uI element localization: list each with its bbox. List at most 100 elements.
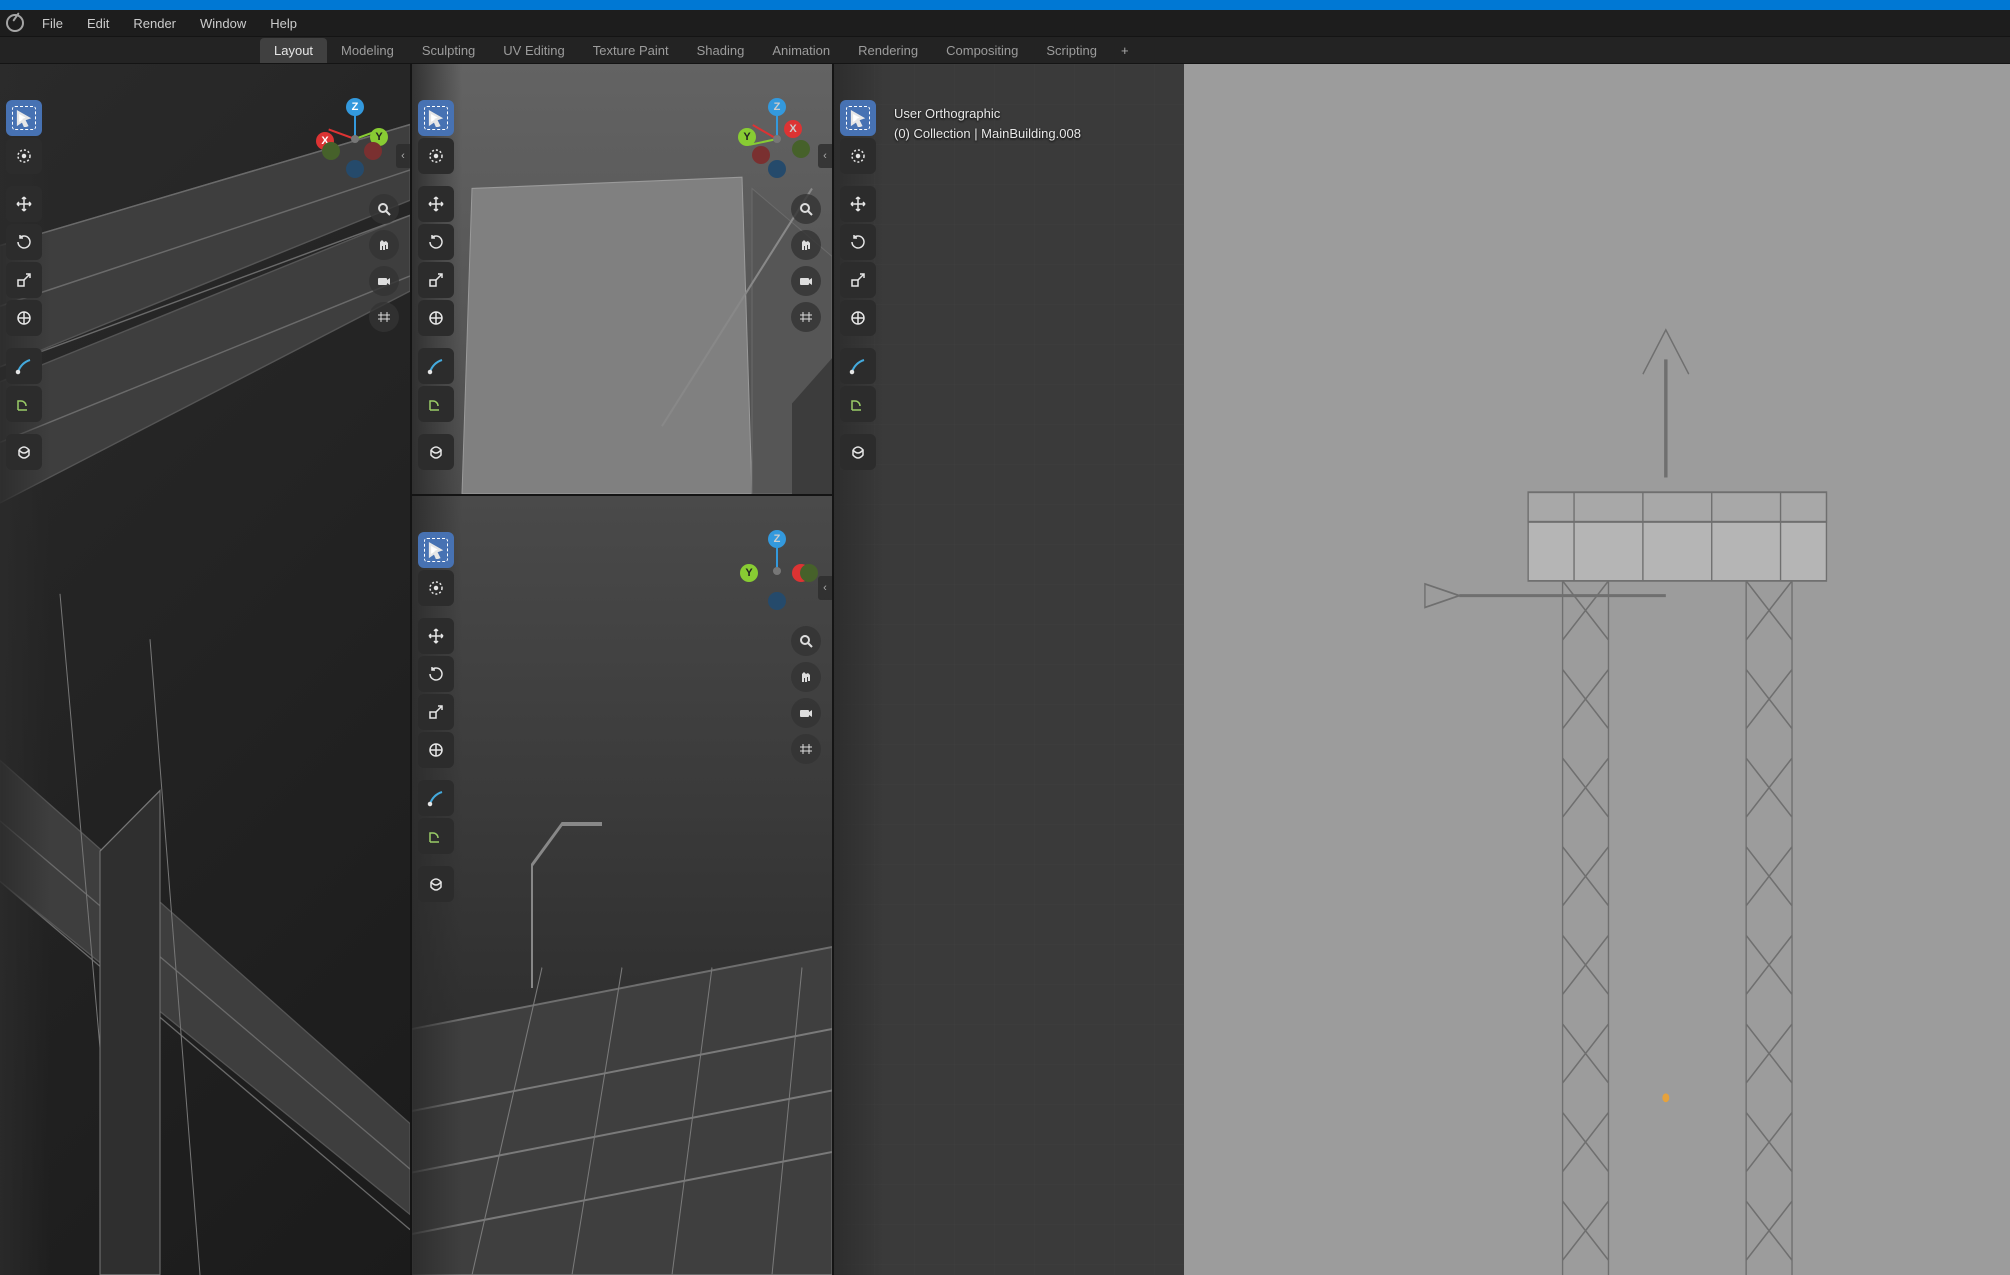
tool-cursor[interactable] xyxy=(6,138,42,174)
menu-window[interactable]: Window xyxy=(190,12,256,35)
tool-annotate[interactable] xyxy=(6,348,42,384)
tool-transform[interactable] xyxy=(6,300,42,336)
tab-uv-editing[interactable]: UV Editing xyxy=(489,38,578,63)
nav-zoom-icon[interactable] xyxy=(791,626,821,656)
axis-z-icon[interactable]: Z xyxy=(768,98,786,116)
tool-annotate[interactable] xyxy=(418,780,454,816)
tool-rotate[interactable] xyxy=(418,224,454,260)
tool-transform[interactable] xyxy=(418,300,454,336)
tab-compositing[interactable]: Compositing xyxy=(932,38,1032,63)
viewport-1-canvas[interactable] xyxy=(0,64,410,1275)
viewport-2-nav xyxy=(788,194,824,332)
viewport-info: User Orthographic (0) Collection | MainB… xyxy=(894,104,1081,143)
tool-transform[interactable] xyxy=(840,300,876,336)
tool-scale[interactable] xyxy=(6,262,42,298)
tool-annotate[interactable] xyxy=(418,348,454,384)
tool-measure[interactable] xyxy=(840,386,876,422)
axis-neg-y-icon[interactable] xyxy=(792,140,810,158)
tab-layout[interactable]: Layout xyxy=(260,38,327,63)
tool-transform[interactable] xyxy=(418,732,454,768)
nav-camera-icon[interactable] xyxy=(791,698,821,728)
viewport-1-nav xyxy=(366,194,402,332)
tool-add-primitive[interactable] xyxy=(840,434,876,470)
tool-rotate[interactable] xyxy=(840,224,876,260)
tool-measure[interactable] xyxy=(418,818,454,854)
tool-scale[interactable] xyxy=(418,262,454,298)
nav-grid-icon[interactable] xyxy=(791,302,821,332)
tool-select-box[interactable] xyxy=(6,100,42,136)
viewport-3-canvas[interactable] xyxy=(412,496,832,1275)
nav-pan-icon[interactable] xyxy=(369,230,399,260)
nav-zoom-icon[interactable] xyxy=(791,194,821,224)
tool-measure[interactable] xyxy=(418,386,454,422)
viewport-2-toolbar xyxy=(418,100,454,470)
axis-neg-y-icon[interactable] xyxy=(800,564,818,582)
tab-add[interactable]: + xyxy=(1111,39,1139,62)
nav-grid-icon[interactable] xyxy=(791,734,821,764)
tab-texture-paint[interactable]: Texture Paint xyxy=(579,38,683,63)
axis-neg-z-icon[interactable] xyxy=(768,160,786,178)
nav-grid-icon[interactable] xyxy=(369,302,399,332)
tool-move[interactable] xyxy=(6,186,42,222)
axis-neg-x-icon[interactable] xyxy=(364,142,382,160)
tab-sculpting[interactable]: Sculpting xyxy=(408,38,489,63)
viewport-2[interactable]: ▾ Global▾ ▾ ▾ ▾ Object Mode▾ View xyxy=(412,64,832,494)
axis-neg-x-icon[interactable] xyxy=(752,146,770,164)
tool-add-primitive[interactable] xyxy=(418,434,454,470)
workspace-tabs: Layout Modeling Sculpting UV Editing Tex… xyxy=(0,36,2010,64)
viewport-1-axis-gizmo[interactable]: X Y Z xyxy=(320,104,390,174)
tab-modeling[interactable]: Modeling xyxy=(327,38,408,63)
menu-file[interactable]: File xyxy=(32,12,73,35)
tool-move[interactable] xyxy=(418,618,454,654)
nav-camera-icon[interactable] xyxy=(369,266,399,296)
viewport-3[interactable]: ▾ Global▾ ▾ ▾ ▾ Object Mode▾ View xyxy=(412,496,832,1275)
viewport-1[interactable]: ▾ Global▾ ▾ ▾ ▾ Object Mode▾ V xyxy=(0,64,410,1275)
viewport-info-line1: User Orthographic xyxy=(894,104,1081,124)
viewport-2-axis-gizmo[interactable]: X Y Z xyxy=(742,104,812,174)
tool-scale[interactable] xyxy=(418,694,454,730)
axis-x-icon[interactable]: X xyxy=(784,120,802,138)
tool-scale[interactable] xyxy=(840,262,876,298)
sidebar-collapse-chevron-icon[interactable]: ‹ xyxy=(818,576,832,600)
tool-add-primitive[interactable] xyxy=(6,434,42,470)
tool-cursor[interactable] xyxy=(418,138,454,174)
menu-edit[interactable]: Edit xyxy=(77,12,119,35)
blender-logo-icon xyxy=(6,14,24,32)
tool-rotate[interactable] xyxy=(418,656,454,692)
viewport-3-nav xyxy=(788,626,824,764)
axis-neg-y-icon[interactable] xyxy=(322,142,340,160)
tab-rendering[interactable]: Rendering xyxy=(844,38,932,63)
sidebar-collapse-chevron-icon[interactable]: ‹ xyxy=(818,144,832,168)
menu-render[interactable]: Render xyxy=(123,12,186,35)
tab-scripting[interactable]: Scripting xyxy=(1032,38,1111,63)
nav-pan-icon[interactable] xyxy=(791,230,821,260)
viewport-4[interactable]: ▾ Object Mode▾ View Select Add Object ▾ xyxy=(834,64,2010,1275)
sidebar-collapse-chevron-icon[interactable]: ‹ xyxy=(396,144,410,168)
nav-pan-icon[interactable] xyxy=(791,662,821,692)
tool-cursor[interactable] xyxy=(840,138,876,174)
axis-z-icon[interactable]: Z xyxy=(768,530,786,548)
tool-measure[interactable] xyxy=(6,386,42,422)
tool-move[interactable] xyxy=(418,186,454,222)
tool-select-box[interactable] xyxy=(418,100,454,136)
viewport-4-canvas[interactable] xyxy=(834,64,2010,1275)
tool-cursor[interactable] xyxy=(418,570,454,606)
axis-y-icon[interactable]: Y xyxy=(738,128,756,146)
tool-select-box[interactable] xyxy=(840,100,876,136)
tool-rotate[interactable] xyxy=(6,224,42,260)
tool-select-box[interactable] xyxy=(418,532,454,568)
nav-zoom-icon[interactable] xyxy=(369,194,399,224)
tool-annotate[interactable] xyxy=(840,348,876,384)
axis-neg-z-icon[interactable] xyxy=(768,592,786,610)
viewport-4-toolbar xyxy=(840,100,876,470)
axis-y-icon[interactable]: Y xyxy=(740,564,758,582)
tab-animation[interactable]: Animation xyxy=(758,38,844,63)
tool-add-primitive[interactable] xyxy=(418,866,454,902)
nav-camera-icon[interactable] xyxy=(791,266,821,296)
axis-z-icon[interactable]: Z xyxy=(346,98,364,116)
menu-help[interactable]: Help xyxy=(260,12,307,35)
viewport-3-axis-gizmo[interactable]: Y Z xyxy=(742,536,812,606)
axis-neg-z-icon[interactable] xyxy=(346,160,364,178)
tool-move[interactable] xyxy=(840,186,876,222)
tab-shading[interactable]: Shading xyxy=(683,38,759,63)
